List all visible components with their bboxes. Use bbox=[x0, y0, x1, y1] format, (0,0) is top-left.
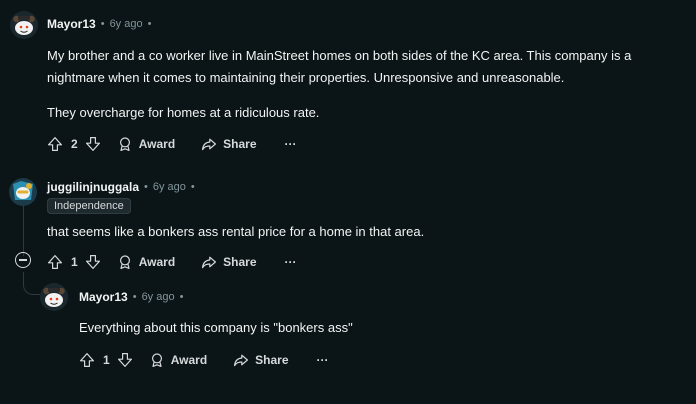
upvote-icon[interactable] bbox=[47, 254, 63, 270]
username[interactable]: Mayor13 bbox=[79, 290, 128, 304]
share-label: Share bbox=[255, 353, 289, 367]
comment-actions: 1 Award Share ··· bbox=[47, 252, 297, 272]
share-label: Share bbox=[223, 255, 257, 269]
share-button[interactable]: Share bbox=[233, 352, 289, 368]
comment-actions: 2 Award Share ··· bbox=[47, 134, 297, 154]
award-button[interactable]: Award bbox=[149, 352, 207, 368]
separator: • bbox=[100, 18, 105, 30]
vote-count: 1 bbox=[71, 255, 78, 269]
user-flair: Independence bbox=[47, 196, 131, 214]
avatar[interactable] bbox=[10, 11, 38, 39]
award-label: Award bbox=[138, 137, 176, 151]
avatar[interactable] bbox=[9, 178, 37, 206]
separator: • bbox=[147, 18, 152, 30]
avatar[interactable] bbox=[40, 283, 68, 311]
share-button[interactable]: Share bbox=[201, 254, 257, 270]
share-icon bbox=[201, 254, 217, 270]
comment-body: that seems like a bonkers ass rental pri… bbox=[47, 221, 687, 243]
downvote-icon[interactable] bbox=[117, 352, 133, 368]
award-button[interactable]: Award bbox=[117, 136, 175, 152]
timestamp[interactable]: 6y ago bbox=[142, 291, 175, 303]
award-button[interactable]: Award bbox=[117, 254, 175, 270]
award-label: Award bbox=[170, 353, 208, 367]
username[interactable]: Mayor13 bbox=[47, 17, 96, 31]
comment-paragraph: that seems like a bonkers ass rental pri… bbox=[47, 224, 425, 239]
comment-body: Everything about this company is "bonker… bbox=[79, 317, 679, 339]
award-icon bbox=[149, 352, 165, 368]
separator: • bbox=[144, 181, 148, 193]
separator: • bbox=[132, 291, 137, 303]
comment-actions: 1 Award Share ··· bbox=[79, 350, 329, 370]
award-label: Award bbox=[138, 255, 176, 269]
timestamp[interactable]: 6y ago bbox=[153, 181, 186, 193]
downvote-icon[interactable] bbox=[85, 136, 101, 152]
upvote-icon[interactable] bbox=[47, 136, 63, 152]
comment-meta: Mayor13 • 6y ago • bbox=[79, 290, 183, 304]
separator: • bbox=[179, 291, 184, 303]
share-button[interactable]: Share bbox=[201, 136, 257, 152]
share-icon bbox=[201, 136, 217, 152]
upvote-icon[interactable] bbox=[79, 352, 95, 368]
share-label: Share bbox=[223, 137, 257, 151]
comment-meta: juggilinjnuggala • 6y ago • bbox=[47, 180, 195, 194]
username[interactable]: juggilinjnuggala bbox=[47, 180, 139, 194]
more-options-button[interactable]: ··· bbox=[317, 353, 329, 367]
separator: • bbox=[190, 181, 195, 193]
timestamp[interactable]: 6y ago bbox=[110, 18, 143, 30]
thread-connector bbox=[23, 272, 40, 295]
collapse-icon bbox=[19, 259, 27, 261]
more-options-button[interactable]: ··· bbox=[285, 137, 297, 151]
vote-count: 1 bbox=[103, 353, 110, 367]
award-icon bbox=[117, 254, 133, 270]
comment-paragraph: They overcharge for homes at a ridiculou… bbox=[47, 105, 320, 120]
share-icon bbox=[233, 352, 249, 368]
collapse-button[interactable] bbox=[15, 252, 31, 268]
thread-line bbox=[23, 206, 24, 256]
comment-body: My brother and a co worker live in MainS… bbox=[47, 45, 687, 124]
more-options-button[interactable]: ··· bbox=[285, 255, 297, 269]
comment-paragraph: Everything about this company is "bonker… bbox=[79, 320, 353, 335]
vote-count: 2 bbox=[71, 137, 78, 151]
downvote-icon[interactable] bbox=[85, 254, 101, 270]
award-icon bbox=[117, 136, 133, 152]
comment-meta: Mayor13 • 6y ago • bbox=[47, 17, 151, 31]
comment-paragraph: My brother and a co worker live in MainS… bbox=[47, 48, 632, 85]
flair-badge: Independence bbox=[47, 198, 131, 214]
